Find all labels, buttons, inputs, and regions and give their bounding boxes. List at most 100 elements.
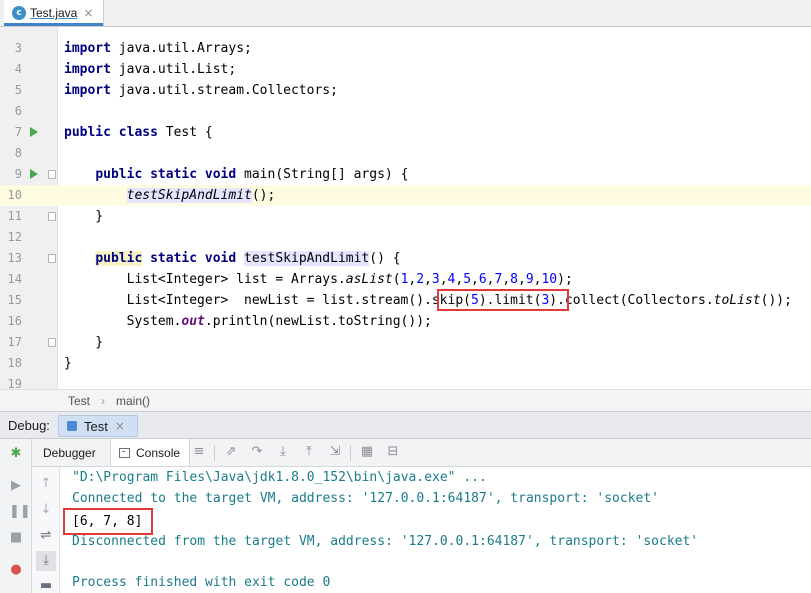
step-into-icon[interactable]: ⤓ <box>276 445 290 459</box>
rerun-debug-icon[interactable]: ✱ <box>9 447 23 461</box>
code-text: } <box>64 209 104 224</box>
output-highlight-box <box>63 508 153 535</box>
code-line: 11 } <box>0 206 811 227</box>
code-line: 13 public static void testSkipAndLimit()… <box>0 248 811 269</box>
line-number: 3 <box>14 41 22 55</box>
code-text: public static void main(String[] args) { <box>95 167 409 182</box>
breadcrumb-method[interactable]: main() <box>116 394 150 408</box>
code-text: } <box>64 356 72 371</box>
code-text: import java.util.List; <box>64 62 237 77</box>
code-line: 18 } <box>0 353 811 374</box>
code-text: import java.util.stream.Collectors; <box>64 83 338 98</box>
code-line: 15 List<Integer> newList = list.stream()… <box>0 290 811 311</box>
scroll-to-end-icon[interactable]: ⤓ <box>36 551 56 571</box>
line-number: 12 <box>7 230 22 244</box>
line-number: 13 <box>7 251 22 265</box>
code-editor[interactable]: 3 import java.util.Arrays; 4 import java… <box>0 27 811 389</box>
run-gutter-icon[interactable] <box>30 169 38 179</box>
evaluate-expression-icon[interactable]: ▦ <box>360 445 374 459</box>
console-line: Disconnected from the target VM, address… <box>72 534 699 549</box>
restore-layout-icon[interactable]: ⊟ <box>386 445 400 459</box>
toolbar-separator <box>214 445 215 461</box>
code-text: List<Integer> list = Arrays.asList(1,2,3… <box>64 272 573 287</box>
code-text: } <box>64 335 104 350</box>
code-text: List<Integer> newList = list.stream().sk… <box>64 293 792 308</box>
breadcrumb-separator-icon: › <box>101 394 105 408</box>
debug-subtoolbar: Debugger Console ≡ ⇗ ↷ ⤓ ⤒ ⇲ ▦ ⊟ <box>32 439 811 467</box>
code-line: 6 <box>0 101 811 122</box>
line-number: 10 <box>7 188 22 202</box>
scroll-up-icon[interactable]: ↑ <box>39 477 53 491</box>
code-line-current: 10 testSkipAndLimit(); <box>0 185 811 206</box>
line-number: 14 <box>7 272 22 286</box>
debug-session-tab[interactable]: Test × <box>58 415 138 437</box>
line-number: 11 <box>7 209 22 223</box>
line-number: 8 <box>14 146 22 160</box>
close-icon[interactable]: × <box>83 6 93 20</box>
fold-marker-icon[interactable] <box>48 338 56 347</box>
stop-icon[interactable]: ■ <box>9 531 23 545</box>
debug-session-name: Test <box>84 418 108 434</box>
editor-tab-bar: c Test.java × <box>0 0 811 27</box>
code-line: 19 <box>0 374 811 389</box>
menu-icon[interactable]: ≡ <box>192 445 206 459</box>
console-icon <box>119 447 130 458</box>
soft-wrap-icon[interactable]: ⇌ <box>39 529 53 543</box>
run-gutter-icon[interactable] <box>30 127 38 137</box>
console-output[interactable]: "D:\Program Files\Java\jdk1.8.0_152\bin\… <box>60 467 811 593</box>
fold-marker-icon[interactable] <box>48 212 56 221</box>
debug-actions-strip: ✱ ▶ ❚❚ ■ ● <box>0 439 32 593</box>
resume-icon[interactable]: ▶ <box>9 479 23 493</box>
code-text: System.out.println(newList.toString()); <box>64 314 432 329</box>
toolbar-separator <box>350 445 351 461</box>
code-line: 17 } <box>0 332 811 353</box>
line-number: 17 <box>7 335 22 349</box>
breadcrumb-class[interactable]: Test <box>68 394 90 408</box>
line-number: 15 <box>7 293 22 307</box>
line-number: 19 <box>7 377 22 389</box>
fold-marker-icon[interactable] <box>48 254 56 263</box>
tab-console-label: Console <box>136 445 181 460</box>
code-line: 3 import java.util.Arrays; <box>0 38 811 59</box>
scroll-down-icon[interactable]: ↓ <box>39 503 53 517</box>
step-out-icon[interactable]: ⤒ <box>302 445 316 459</box>
pause-icon[interactable]: ❚❚ <box>9 505 31 519</box>
code-line: 7 public class Test { <box>0 122 811 143</box>
step-over-icon[interactable]: ↷ <box>250 445 264 459</box>
console-line: Connected to the target VM, address: '12… <box>72 491 659 506</box>
line-number: 7 <box>14 125 22 139</box>
breadcrumb: Test › main() <box>0 389 811 411</box>
show-execution-point-icon[interactable]: ⇗ <box>224 445 238 459</box>
code-text: public class Test { <box>64 125 213 140</box>
debug-session-icon <box>67 421 77 431</box>
close-icon[interactable]: × <box>115 419 125 433</box>
code-line: 14 List<Integer> list = Arrays.asList(1,… <box>0 269 811 290</box>
line-number: 6 <box>14 104 22 118</box>
run-to-cursor-icon[interactable]: ⇲ <box>328 445 342 459</box>
console-line: "D:\Program Files\Java\jdk1.8.0_152\bin\… <box>72 470 487 485</box>
annotation-highlight-box <box>437 289 569 311</box>
line-number: 16 <box>7 314 22 328</box>
editor-tab-test-java[interactable]: c Test.java × <box>4 0 104 26</box>
code-line: 4 import java.util.List; <box>0 59 811 80</box>
java-class-icon: c <box>12 6 26 20</box>
code-text: public static void testSkipAndLimit() { <box>95 251 401 266</box>
code-line: 8 <box>0 143 811 164</box>
console-line: Process finished with exit code 0 <box>72 575 331 590</box>
editor-tab-title: Test.java <box>30 6 78 20</box>
line-number: 9 <box>14 167 22 181</box>
code-text: import java.util.Arrays; <box>64 41 252 56</box>
fold-marker-icon[interactable] <box>48 170 56 179</box>
code-line: 9 public static void main(String[] args)… <box>0 164 811 185</box>
code-line: 16 System.out.println(newList.toString()… <box>0 311 811 332</box>
tab-console[interactable]: Console <box>110 439 190 466</box>
view-breakpoints-icon[interactable]: ● <box>9 563 23 577</box>
print-icon[interactable]: ▬ <box>39 579 53 593</box>
line-number: 4 <box>14 62 22 76</box>
code-line: 5 import java.util.stream.Collectors; <box>0 80 811 101</box>
debug-tool-window-header: Debug: Test × <box>0 411 811 439</box>
tab-debugger[interactable]: Debugger <box>32 439 108 466</box>
code-text: testSkipAndLimit(); <box>126 188 276 203</box>
tab-debugger-label: Debugger <box>43 445 96 460</box>
active-tab-indicator <box>4 23 103 26</box>
